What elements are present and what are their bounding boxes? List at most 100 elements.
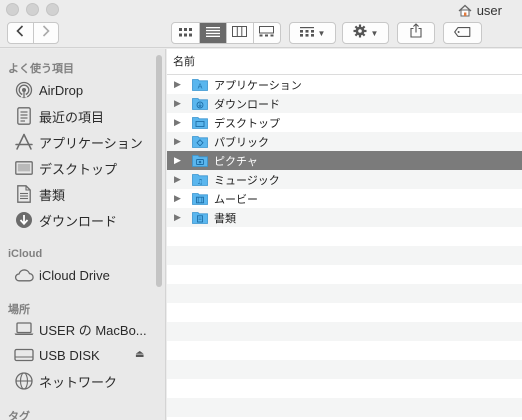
documents-icon xyxy=(14,184,34,204)
music-folder-icon: ♫ xyxy=(192,173,208,186)
desktop-folder-icon xyxy=(192,116,208,129)
disclosure-triangle-icon[interactable]: ▶ xyxy=(174,155,188,166)
list-view-button[interactable] xyxy=(198,23,226,43)
svg-text:A: A xyxy=(198,83,203,91)
sidebar-item-label: ネットワーク xyxy=(39,374,118,390)
sidebar-header-icloud: iCloud xyxy=(8,248,43,260)
applications-folder-icon: A xyxy=(192,78,208,91)
group-icon xyxy=(299,24,314,42)
navigation-group xyxy=(7,22,59,44)
minimize-window-button[interactable] xyxy=(26,3,39,16)
view-mode-group xyxy=(171,22,281,44)
gallery-view-icon xyxy=(259,24,275,42)
sidebar-item-label: USB DISK xyxy=(39,347,100,363)
movies-folder-icon xyxy=(192,192,208,205)
empty-row xyxy=(167,341,522,360)
empty-row xyxy=(167,227,522,246)
sidebar-item-usb-disk[interactable]: USB DISK xyxy=(14,344,154,366)
file-name: 書類 xyxy=(214,212,236,225)
icon-view-icon xyxy=(178,24,192,42)
column-view-icon xyxy=(232,24,248,42)
sidebar-header-locations: 場所 xyxy=(8,304,30,316)
window-title-text: user xyxy=(476,2,502,18)
file-name: アプリケーション xyxy=(214,79,302,92)
empty-row xyxy=(167,360,522,379)
sidebar-item-label: 最近の項目 xyxy=(39,109,105,125)
sidebar-item-airdrop[interactable]: AirDrop xyxy=(14,79,154,101)
tag-button[interactable] xyxy=(443,22,482,44)
disclosure-triangle-icon[interactable]: ▶ xyxy=(174,98,188,109)
sidebar-item-label: USER の MacBo... xyxy=(39,322,147,338)
column-view-button[interactable] xyxy=(225,23,253,43)
drive-icon xyxy=(14,345,34,365)
icloud-icon xyxy=(14,265,34,285)
laptop-icon xyxy=(14,319,34,339)
list-item[interactable]: ▶ ♫ ミュージック xyxy=(167,170,522,189)
sidebar-item-icloud-drive[interactable]: iCloud Drive xyxy=(14,264,154,286)
list-item[interactable]: ▶ 書類 xyxy=(167,208,522,227)
file-list: 名前 ▶ A アプリケーション ▶ ダウンロード ▶ デスクトップ ▶ パブリッ… xyxy=(167,49,522,420)
sidebar-item-macbook[interactable]: USER の MacBo... xyxy=(14,318,154,340)
documents-folder-icon xyxy=(192,211,208,224)
disclosure-triangle-icon[interactable]: ▶ xyxy=(174,79,188,90)
sidebar-header-tags: タグ xyxy=(8,411,30,420)
empty-row xyxy=(167,265,522,284)
sidebar-item-desktop[interactable]: デスクトップ xyxy=(14,157,154,179)
chevron-right-icon xyxy=(42,24,50,42)
list-item[interactable]: ▶ ダウンロード xyxy=(167,94,522,113)
sidebar-item-network[interactable]: ネットワーク xyxy=(14,370,154,392)
action-menu-button[interactable]: ▼ xyxy=(342,22,389,44)
sidebar-item-label: AirDrop xyxy=(39,82,84,98)
sidebar-item-label: ダウンロード xyxy=(39,213,118,229)
sidebar: よく使う項目 AirDrop 最近の項目 アプリケーション デスクトップ 書類 … xyxy=(0,49,166,420)
list-item-selected[interactable]: ▶ ピクチャ xyxy=(167,151,522,170)
list-item[interactable]: ▶ A アプリケーション xyxy=(167,75,522,94)
sidebar-item-recents[interactable]: 最近の項目 xyxy=(14,105,154,127)
sidebar-item-label: デスクトップ xyxy=(39,161,118,177)
sidebar-item-downloads[interactable]: ダウンロード xyxy=(14,209,154,231)
back-button[interactable] xyxy=(8,23,33,43)
sidebar-item-documents[interactable]: 書類 xyxy=(14,183,154,205)
disclosure-triangle-icon[interactable]: ▶ xyxy=(174,212,188,223)
empty-row xyxy=(167,284,522,303)
title-bar: user xyxy=(0,0,522,20)
eject-icon[interactable]: ⏏ xyxy=(135,349,144,360)
list-item[interactable]: ▶ ムービー xyxy=(167,189,522,208)
tag-icon xyxy=(454,24,471,42)
list-item[interactable]: ▶ パブリック xyxy=(167,132,522,151)
toolbar: ▼ ▼ xyxy=(0,20,522,48)
disclosure-triangle-icon[interactable]: ▶ xyxy=(174,193,188,204)
sidebar-item-label: 書類 xyxy=(39,187,66,203)
file-name: デスクトップ xyxy=(214,117,280,130)
empty-row xyxy=(167,322,522,341)
applications-icon xyxy=(14,132,34,152)
chevron-down-icon: ▼ xyxy=(370,28,379,38)
zoom-window-button[interactable] xyxy=(46,3,59,16)
icon-view-button[interactable] xyxy=(172,23,199,43)
chevron-down-icon: ▼ xyxy=(317,28,326,38)
file-name: ピクチャ xyxy=(214,155,258,168)
disclosure-triangle-icon[interactable]: ▶ xyxy=(174,117,188,128)
close-window-button[interactable] xyxy=(6,3,19,16)
sidebar-item-applications[interactable]: アプリケーション xyxy=(14,131,154,153)
list-view-icon xyxy=(205,24,220,42)
list-item[interactable]: ▶ デスクトップ xyxy=(167,113,522,132)
share-button[interactable] xyxy=(397,22,435,44)
svg-text:♫: ♫ xyxy=(197,178,203,186)
sidebar-header-favorites: よく使う項目 xyxy=(8,63,74,75)
file-name: パブリック xyxy=(214,136,269,149)
disclosure-triangle-icon[interactable]: ▶ xyxy=(174,174,188,185)
empty-row xyxy=(167,303,522,322)
pictures-folder-icon xyxy=(192,154,208,167)
file-name: ダウンロード xyxy=(214,98,280,111)
group-by-button[interactable]: ▼ xyxy=(289,22,336,44)
network-icon xyxy=(14,371,34,391)
gallery-view-button[interactable] xyxy=(252,23,280,43)
public-folder-icon xyxy=(192,135,208,148)
file-rows: ▶ A アプリケーション ▶ ダウンロード ▶ デスクトップ ▶ パブリック ▶… xyxy=(167,75,522,420)
chevron-left-icon xyxy=(16,24,24,42)
column-header-name[interactable]: 名前 xyxy=(167,49,522,75)
sidebar-scrollbar[interactable] xyxy=(156,55,162,287)
forward-button[interactable] xyxy=(32,23,58,43)
disclosure-triangle-icon[interactable]: ▶ xyxy=(174,136,188,147)
